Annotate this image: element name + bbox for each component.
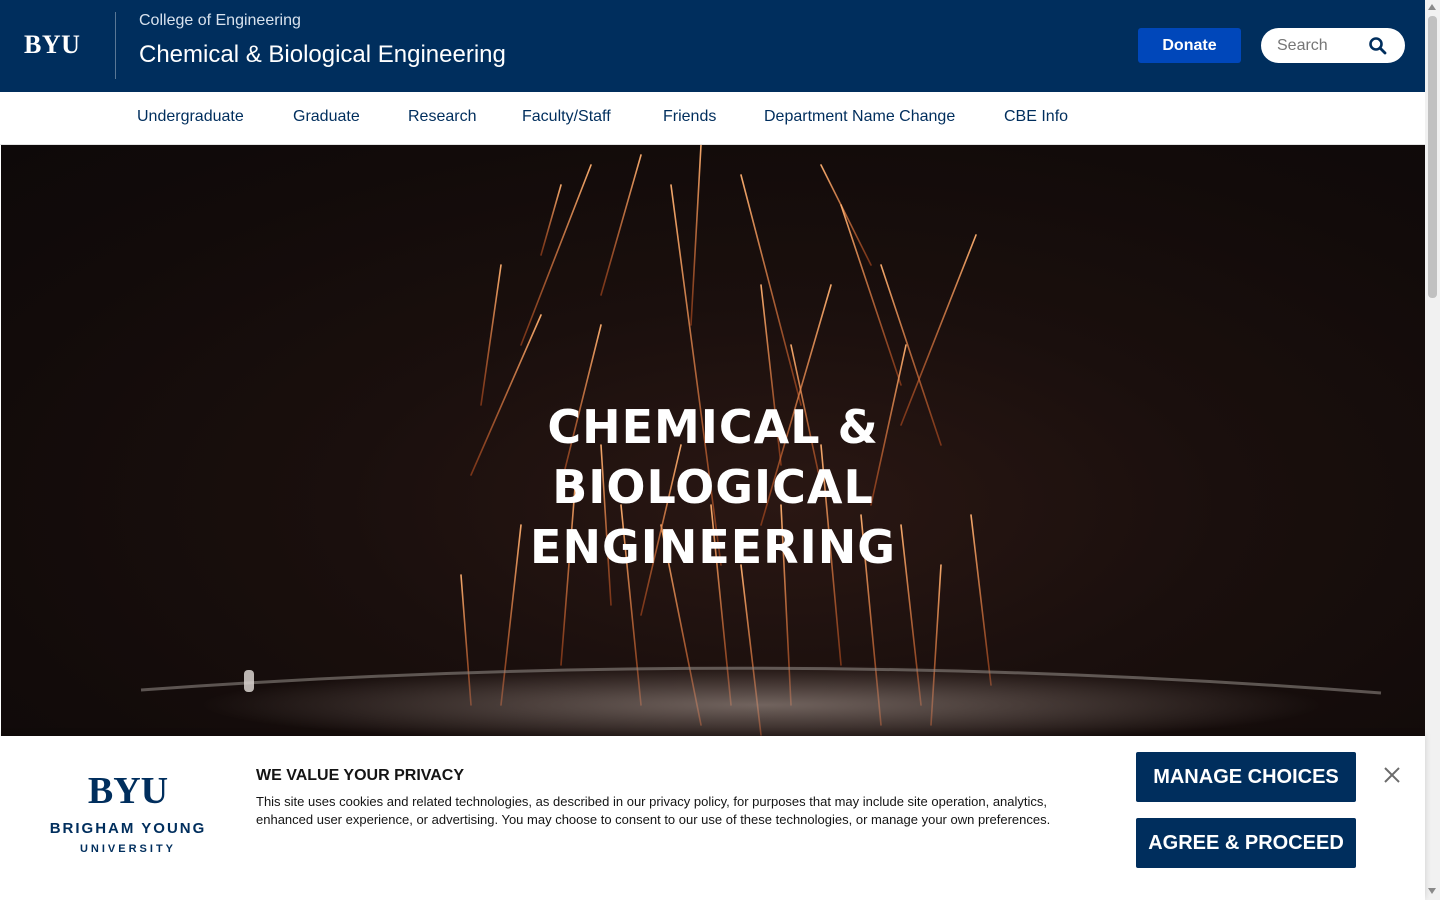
- search-icon[interactable]: [1368, 36, 1388, 56]
- manage-choices-button[interactable]: MANAGE CHOICES: [1136, 752, 1356, 802]
- nav-item-graduate[interactable]: Graduate: [293, 92, 360, 145]
- scroll-up-arrow-icon[interactable]: [1428, 4, 1436, 10]
- nav-item-friends[interactable]: Friends: [663, 92, 716, 145]
- header-divider: [115, 12, 116, 79]
- cookie-consent-banner: BYU BRIGHAM YOUNG UNIVERSITY WE VALUE YO…: [0, 736, 1425, 900]
- nav-item-faculty-staff[interactable]: Faculty/Staff: [522, 92, 611, 145]
- byu-logo[interactable]: BYU: [24, 30, 94, 60]
- college-link[interactable]: College of Engineering: [139, 12, 301, 30]
- nav-item-department-name-change[interactable]: Department Name Change: [764, 92, 955, 145]
- page-scrollbar[interactable]: [1425, 0, 1440, 900]
- nav-item-cbe-info[interactable]: CBE Info: [1004, 92, 1068, 145]
- nav-item-research[interactable]: Research: [408, 92, 476, 145]
- scroll-thumb[interactable]: [1428, 16, 1437, 298]
- university-logo-text: UNIVERSITY: [79, 843, 176, 855]
- site-header: BYU College of Engineering Chemical & Bi…: [0, 0, 1425, 92]
- search-box: [1261, 28, 1405, 63]
- search-input[interactable]: [1277, 28, 1367, 63]
- agree-proceed-button[interactable]: AGREE & PROCEED: [1136, 818, 1356, 868]
- hero-title: CHEMICAL & BIOLOGICAL ENGINEERING: [413, 397, 1013, 577]
- hero-title-line-1: CHEMICAL & BIOLOGICAL: [547, 400, 879, 514]
- nav-item-undergraduate[interactable]: Undergraduate: [137, 92, 244, 145]
- site-title[interactable]: Chemical & Biological Engineering: [139, 41, 506, 69]
- brigham-young-logo-mark: BYU: [87, 770, 169, 812]
- privacy-heading: WE VALUE YOUR PRIVACY: [256, 767, 465, 784]
- donate-button[interactable]: Donate: [1138, 28, 1241, 63]
- main-nav: Undergraduate Graduate Research Faculty/…: [0, 92, 1425, 145]
- scroll-down-arrow-icon[interactable]: [1428, 888, 1436, 894]
- hero-banner: CHEMICAL & BIOLOGICAL ENGINEERING: [1, 145, 1425, 745]
- hero-title-line-2: ENGINEERING: [530, 520, 896, 574]
- close-icon[interactable]: [1381, 764, 1403, 786]
- privacy-text: This site uses cookies and related techn…: [256, 794, 1051, 827]
- brigham-young-logo-text: BRIGHAM YOUNG: [49, 820, 207, 837]
